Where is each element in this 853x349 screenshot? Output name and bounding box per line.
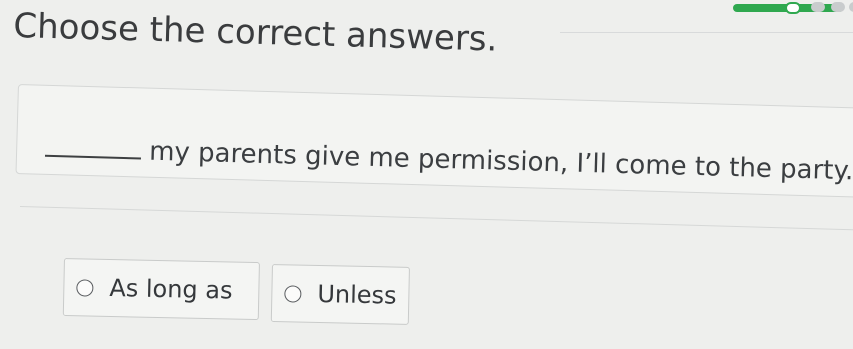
progress-tracker (733, 0, 853, 14)
option-label: As long as (109, 273, 233, 305)
current-step-indicator (785, 2, 801, 14)
question-line: my parents give me permission, I’ll come… (44, 134, 853, 187)
radio-button[interactable] (76, 278, 94, 297)
step-indicator (849, 2, 853, 12)
question-sentence: my parents give me permission, I’ll come… (148, 136, 853, 187)
page-title: Choose the correct answers. (12, 6, 498, 60)
step-indicator (831, 2, 845, 12)
header-divider (560, 32, 853, 33)
question-card: my parents give me permission, I’ll come… (15, 84, 853, 199)
option-label: Unless (317, 279, 397, 310)
step-indicator (811, 2, 825, 12)
answer-blank (44, 154, 141, 160)
option-unless[interactable]: Unless (270, 264, 410, 325)
radio-button[interactable] (284, 284, 302, 303)
option-as-long-as[interactable]: As long as (62, 258, 260, 321)
